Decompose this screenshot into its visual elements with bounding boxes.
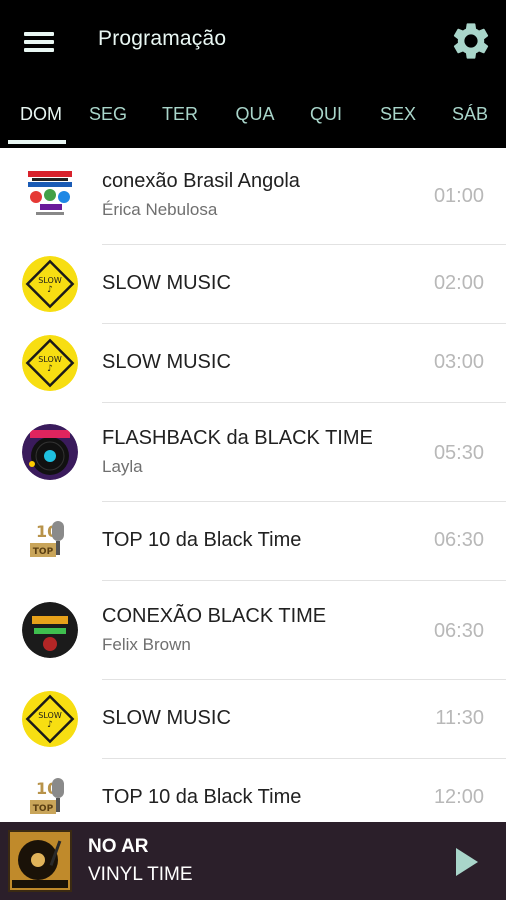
program-title: FLASHBACK da BLACK TIME [102, 427, 373, 449]
now-playing-bar[interactable]: NO AR VINYL TIME [0, 822, 506, 900]
now-playing-title: VINYL TIME [88, 864, 193, 885]
conexao-brasil-angola-logo [22, 167, 78, 223]
play-icon [456, 848, 478, 876]
gear-icon [453, 23, 489, 59]
program-time: 06:30 [433, 620, 484, 642]
schedule-list: conexão Brasil Angola Érica Nebulosa 01:… [0, 148, 506, 822]
svg-text:♪: ♪ [47, 720, 53, 730]
svg-text:♪: ♪ [47, 285, 53, 295]
schedule-item[interactable]: SLOW ♪ SLOW MUSIC 02:00 [0, 245, 506, 324]
svg-text:TOP: TOP [33, 804, 54, 814]
conexao-black-time-logo [22, 602, 78, 658]
vinyl-time-turntable [8, 830, 72, 892]
tab-qua[interactable]: QUA [218, 86, 292, 142]
program-time: 11:30 [435, 707, 484, 729]
settings-button[interactable] [449, 19, 493, 63]
active-tab-indicator [8, 140, 66, 144]
menu-button[interactable] [22, 26, 58, 56]
flashback-vinyl [22, 424, 78, 480]
tab-dom[interactable]: DOM [2, 86, 80, 142]
tab-ter[interactable]: TER [144, 86, 216, 142]
program-title: TOP 10 da Black Time [102, 529, 302, 551]
schedule-item[interactable]: CONEXÃO BLACK TIME Felix Brown 06:30 [0, 581, 506, 680]
svg-text:SLOW: SLOW [38, 711, 62, 720]
schedule-item[interactable]: FLASHBACK da BLACK TIME Layla 05:30 [0, 403, 506, 502]
program-host: Layla [102, 457, 143, 476]
hamburger-menu-icon [24, 32, 54, 36]
slow-music-sign: SLOW ♪ [22, 335, 78, 391]
svg-text:♪: ♪ [47, 364, 53, 374]
tab-sab[interactable]: SÁB [434, 86, 506, 142]
program-host: Felix Brown [102, 635, 191, 654]
program-title: CONEXÃO BLACK TIME [102, 605, 327, 627]
program-time: 03:00 [433, 351, 484, 373]
schedule-item[interactable]: 10 TOP TOP 10 da Black Time 12:00 [0, 759, 506, 822]
svg-text:SLOW: SLOW [38, 355, 62, 364]
app-bar: Programação DOM SEG TER QUA QUI SEX SÁB [0, 0, 506, 148]
slow-music-sign: SLOW ♪ [22, 256, 78, 312]
svg-text:SLOW: SLOW [38, 276, 62, 285]
program-time: 05:30 [433, 442, 484, 464]
program-time: 12:00 [433, 786, 484, 808]
program-title: TOP 10 da Black Time [102, 786, 302, 808]
now-playing-label: NO AR [88, 836, 149, 857]
play-button[interactable] [446, 842, 486, 882]
top10-microphone: 10 TOP [22, 513, 78, 569]
program-title: SLOW MUSIC [102, 351, 231, 373]
schedule-item[interactable]: SLOW ♪ SLOW MUSIC 11:30 [0, 680, 506, 759]
program-time: 06:30 [433, 529, 484, 551]
program-title: conexão Brasil Angola [102, 170, 300, 192]
tab-sex[interactable]: SEX [362, 86, 434, 142]
tab-seg[interactable]: SEG [72, 86, 144, 142]
svg-text:TOP: TOP [33, 547, 54, 557]
slow-music-sign: SLOW ♪ [22, 691, 78, 747]
program-title: SLOW MUSIC [102, 707, 231, 729]
program-host: Érica Nebulosa [102, 200, 218, 219]
program-time: 01:00 [433, 185, 484, 207]
schedule-item[interactable]: conexão Brasil Angola Érica Nebulosa 01:… [0, 148, 506, 245]
program-title: SLOW MUSIC [102, 272, 231, 294]
schedule-item[interactable]: SLOW ♪ SLOW MUSIC 03:00 [0, 324, 506, 403]
top10-microphone: 10 TOP [22, 770, 78, 822]
schedule-item[interactable]: 10 TOP TOP 10 da Black Time 06:30 [0, 502, 506, 581]
program-time: 02:00 [433, 272, 484, 294]
tab-qui[interactable]: QUI [290, 86, 362, 142]
day-tabs: DOM SEG TER QUA QUI SEX SÁB [0, 86, 506, 146]
page-title: Programação [98, 27, 227, 50]
